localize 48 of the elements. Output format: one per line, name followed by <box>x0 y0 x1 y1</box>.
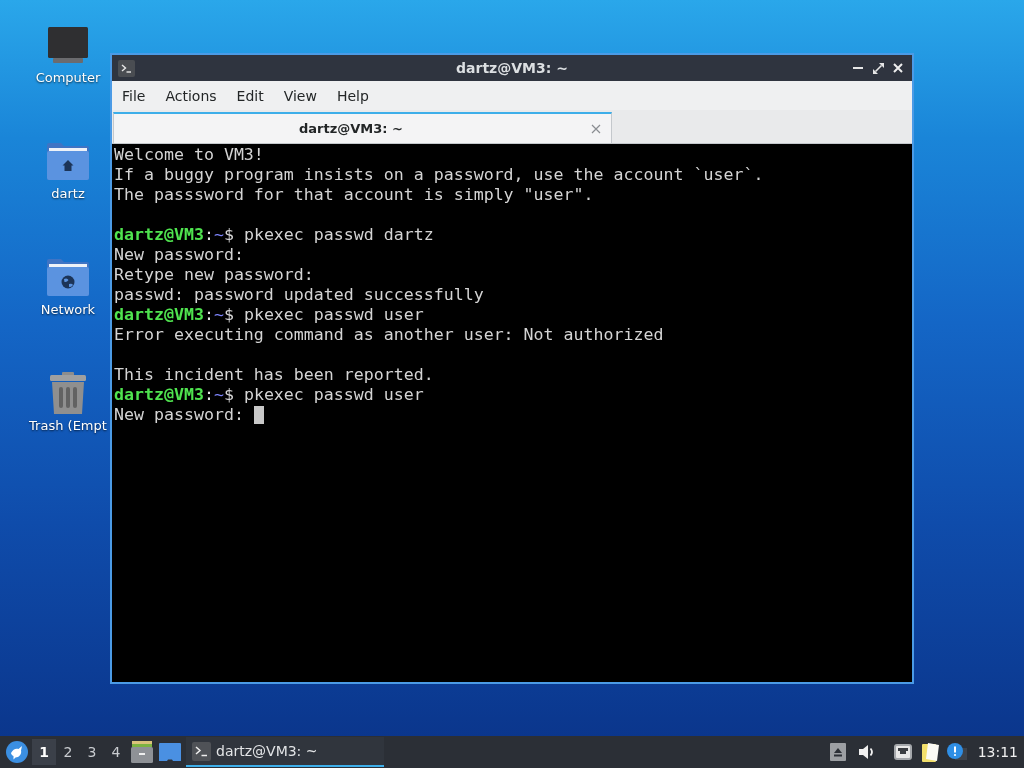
speaker-icon[interactable] <box>857 744 876 760</box>
menu-item[interactable]: File <box>112 81 156 110</box>
tab[interactable]: dartz@VM3: ~ <box>113 112 612 143</box>
exclamation-icon[interactable] <box>946 743 967 761</box>
file-manager-button[interactable] <box>128 738 156 766</box>
ethernet-port-icon[interactable] <box>893 744 912 760</box>
globe-folder-icon[interactable] <box>47 258 89 296</box>
terminal-line: Welcome to VM3! <box>114 145 264 165</box>
menu-item[interactable]: Actions <box>155 81 227 110</box>
terminal-line: Retype new password: <box>114 265 314 285</box>
home-folder-icon[interactable] <box>47 142 89 180</box>
prompt-line: dartz@VM3:~$ pkexec passwd dartz <box>114 225 434 245</box>
bird-icon <box>6 741 28 763</box>
terminal-line: The passsword for that account is simply "user". <box>114 185 594 205</box>
window-title: dartz@VM3: ~ <box>456 60 568 76</box>
workspace-button[interactable]: 2 <box>56 739 80 765</box>
terminal-icon <box>118 59 135 77</box>
trash-can-icon[interactable] <box>50 372 86 414</box>
terminal-line: passwd: password updated successfully <box>114 285 484 305</box>
prompt-line: dartz@VM3:~$ pkexec passwd user <box>114 305 424 325</box>
workspace-button[interactable]: 3 <box>80 739 104 765</box>
workspace-button[interactable]: 1 <box>32 739 56 765</box>
maximize-icon <box>872 62 884 74</box>
terminal-icon <box>192 741 211 761</box>
terminal-line: New password: <box>114 405 244 425</box>
clock[interactable]: 13:11 <box>977 744 1018 760</box>
file-cabinet-icon <box>131 741 153 763</box>
workspace-button[interactable]: 4 <box>104 739 128 765</box>
app-menu-button[interactable] <box>4 739 30 765</box>
desktop-icon-label[interactable]: Network <box>40 301 96 319</box>
terminal-line: If a buggy program insists on a password, use the account `user`. <box>114 165 764 185</box>
terminal-line: This incident has been reported. <box>114 365 434 385</box>
eject-icon[interactable] <box>829 743 846 761</box>
desktop-icon-label[interactable]: Trash (Empt <box>29 417 107 435</box>
prompt-line: dartz@VM3:~$ pkexec passwd user <box>114 385 424 405</box>
menu-item[interactable]: Edit <box>226 81 274 110</box>
minimize-icon <box>853 67 863 69</box>
note-icon[interactable] <box>921 742 940 762</box>
monitor-icon[interactable] <box>48 27 88 63</box>
menu-item[interactable]: View <box>273 81 327 110</box>
menu-item[interactable]: Help <box>326 81 379 110</box>
screen-icon <box>159 743 181 761</box>
close-icon <box>893 63 903 73</box>
close-icon <box>591 123 601 134</box>
terminal-line: Error executing command as another user: Not authorized <box>114 325 664 345</box>
terminal-line: New password: <box>114 245 244 265</box>
desktop-icon-label[interactable]: dartz <box>51 185 85 203</box>
taskbar-window-button[interactable]: dartz@VM3: ~ <box>186 737 384 767</box>
